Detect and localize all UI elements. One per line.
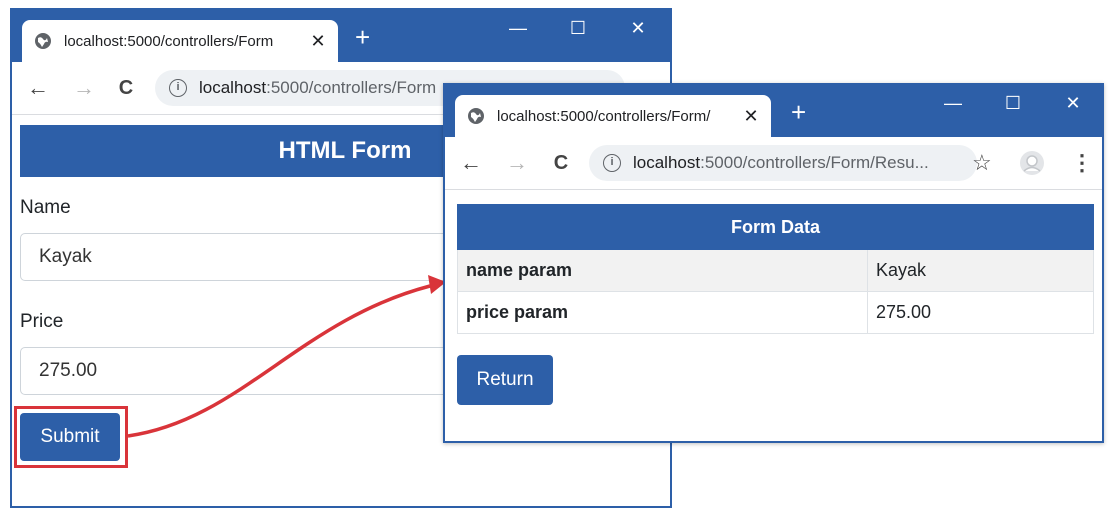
maximize-button[interactable]: ☐ [568,16,588,40]
forward-button[interactable]: → [505,151,529,175]
browser-tab[interactable]: localhost:5000/controllers/Form/ ✕ [455,95,771,137]
menu-kebab-icon[interactable]: ⋮ [1071,151,1093,175]
globe-icon [467,107,485,125]
row-key: name param [457,249,868,292]
tab-title: localhost:5000/controllers/Form/ [497,107,711,125]
row-value: Kayak [867,249,1094,292]
back-button[interactable]: ← [26,76,50,100]
reload-button[interactable]: C [549,151,573,175]
row-key: price param [457,291,868,334]
url-field[interactable]: i localhost:5000/controllers/Form/Resu..… [589,145,977,181]
url-path: :5000/controllers/Form/Resu... [700,153,929,172]
url-host: localhost [199,78,267,97]
tab-close-icon[interactable]: ✕ [743,106,759,127]
globe-icon [34,32,52,50]
title-bar: localhost:5000/controllers/Form ✕ + — ☐ … [12,10,670,62]
maximize-button[interactable]: ☐ [1003,91,1023,115]
close-window-button[interactable]: ✕ [1063,91,1083,115]
page-content: Form Data name param Kayak price param 2… [445,190,1102,441]
browser-tab[interactable]: localhost:5000/controllers/Form ✕ [22,20,338,62]
url-host: localhost [633,153,701,172]
close-window-button[interactable]: ✕ [628,16,648,40]
address-bar: ← → C i localhost:5000/controllers/Form/… [445,137,1102,190]
tab-close-icon[interactable]: ✕ [310,31,326,52]
name-label: Name [20,197,71,218]
return-button[interactable]: Return [457,355,553,405]
info-icon[interactable]: i [603,154,621,172]
browser-window-results: localhost:5000/controllers/Form/ ✕ + — ☐… [443,83,1104,443]
tab-title: localhost:5000/controllers/Form [64,32,274,50]
table-row: price param 275.00 [457,291,1094,334]
back-button[interactable]: ← [459,151,483,175]
table-header: Form Data [457,204,1094,250]
new-tab-button[interactable]: + [791,97,806,127]
table-row: name param Kayak [457,249,1094,292]
form-data-table: Form Data name param Kayak price param 2… [457,204,1094,334]
price-label: Price [20,311,64,332]
title-bar: localhost:5000/controllers/Form/ ✕ + — ☐… [445,85,1102,137]
url-path: :5000/controllers/Form [266,78,437,97]
table-header-row: Form Data [457,204,1094,250]
bookmark-star-icon[interactable]: ☆ [972,151,992,175]
row-value: 275.00 [867,291,1094,334]
reload-button[interactable]: C [114,76,138,100]
minimize-button[interactable]: — [943,91,963,115]
submit-highlight-box [14,406,128,468]
info-icon[interactable]: i [169,79,187,97]
new-tab-button[interactable]: + [355,22,370,52]
profile-avatar-icon[interactable] [1019,150,1045,181]
minimize-button[interactable]: — [508,16,528,40]
forward-button[interactable]: → [72,76,96,100]
